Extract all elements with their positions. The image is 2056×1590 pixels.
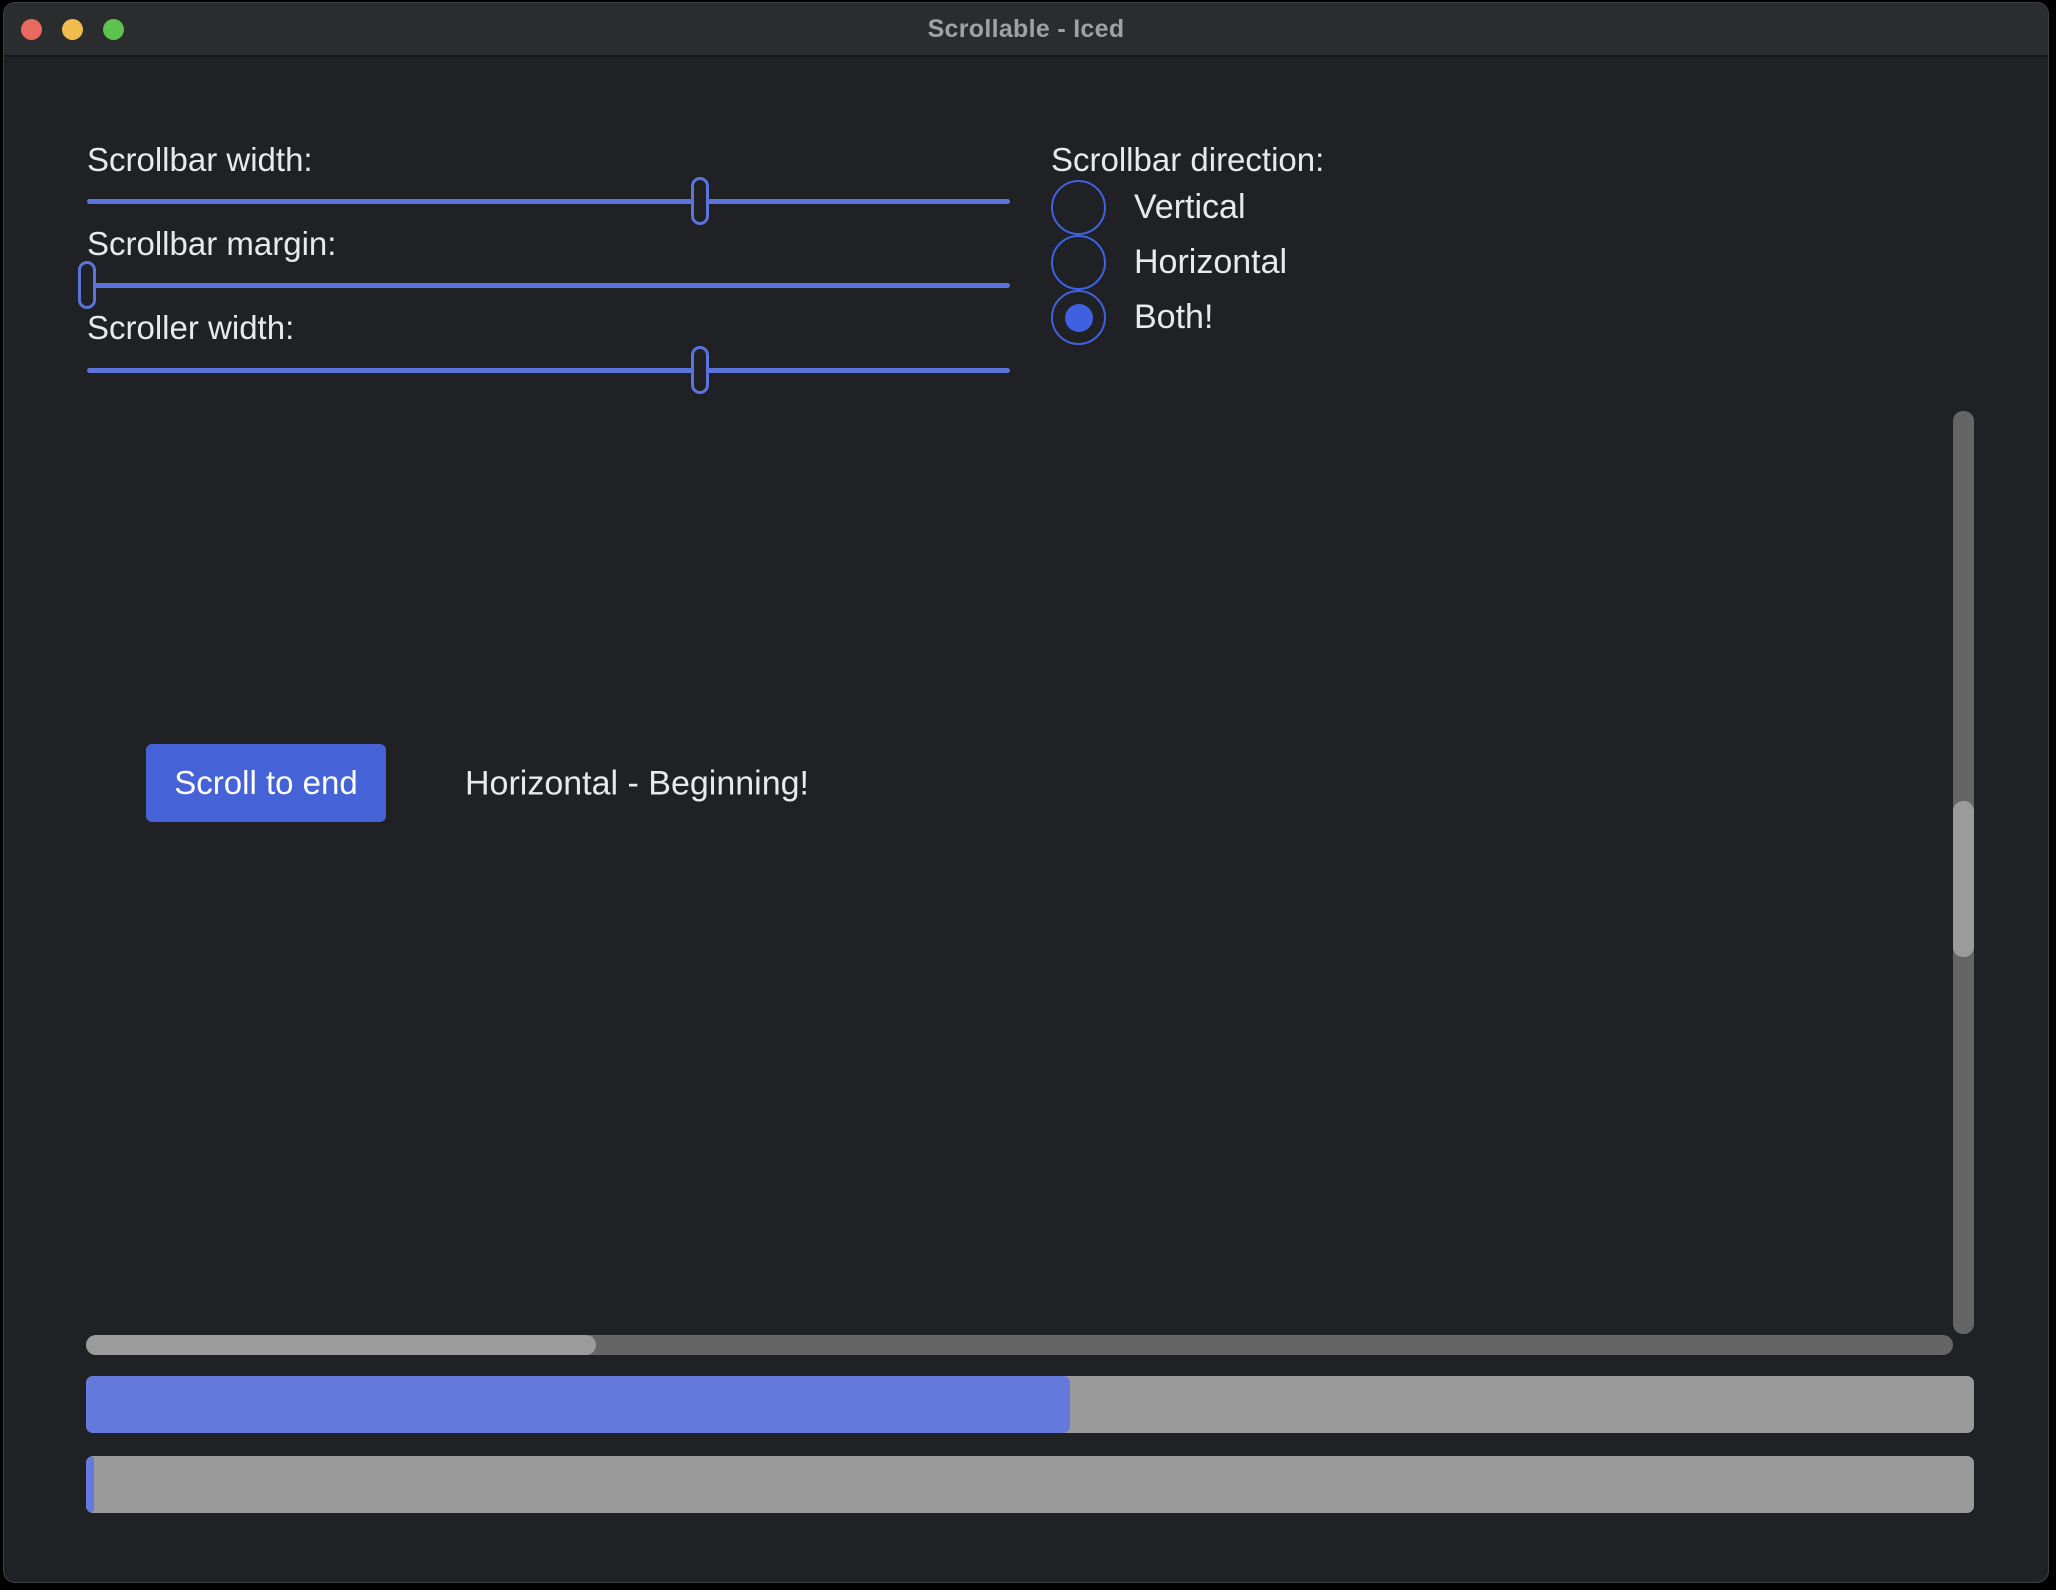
scrollbar-margin-label: Scrollbar margin: — [87, 225, 336, 263]
window-title: Scrollable - Iced — [928, 15, 1125, 44]
slider-rail — [87, 368, 1010, 373]
scroll-to-end-button[interactable]: Scroll to end — [146, 744, 386, 822]
radio-label: Horizontal — [1134, 243, 1287, 282]
radio-label: Vertical — [1134, 188, 1246, 227]
scrollbar-width-label: Scrollbar width: — [87, 141, 313, 179]
slider-handle[interactable] — [691, 177, 709, 225]
scroller-width-slider[interactable] — [87, 346, 1010, 394]
scrollbar-margin-slider[interactable] — [87, 261, 1010, 309]
minimize-button[interactable] — [62, 19, 83, 40]
close-button[interactable] — [21, 19, 42, 40]
titlebar: Scrollable - Iced — [4, 3, 2048, 57]
radio-circle-icon — [1051, 180, 1106, 235]
slider-handle[interactable] — [78, 261, 96, 309]
slider-handle[interactable] — [691, 346, 709, 394]
radio-circle-icon — [1051, 290, 1106, 345]
radio-horizontal[interactable]: Horizontal — [1051, 235, 1287, 290]
horizontal-scrollbar-thumb[interactable] — [86, 1335, 596, 1355]
radio-vertical[interactable]: Vertical — [1051, 180, 1246, 235]
vertical-scrollbar-track[interactable] — [1953, 411, 1974, 1334]
scrollbar-direction-label: Scrollbar direction: — [1051, 141, 1324, 179]
traffic-lights — [21, 3, 124, 55]
zoom-button[interactable] — [103, 19, 124, 40]
radio-circle-icon — [1051, 235, 1106, 290]
progress-bar-2-fill — [86, 1456, 94, 1513]
progress-bar-2 — [86, 1456, 1974, 1513]
app-window: Scrollable - Iced Scrollbar width: Scrol… — [3, 2, 2049, 1583]
progress-bar-1-fill — [86, 1376, 1070, 1433]
scroller-width-label: Scroller width: — [87, 309, 294, 347]
scroll-status-text: Horizontal - Beginning! — [465, 765, 809, 804]
radio-label: Both! — [1134, 298, 1213, 337]
scrollbar-width-slider[interactable] — [87, 177, 1010, 225]
progress-bar-1 — [86, 1376, 1974, 1433]
vertical-scrollbar-thumb[interactable] — [1953, 801, 1974, 957]
slider-rail — [87, 199, 1010, 204]
radio-both[interactable]: Both! — [1051, 290, 1213, 345]
slider-rail — [87, 283, 1010, 288]
horizontal-scrollbar-track[interactable] — [86, 1335, 1953, 1355]
